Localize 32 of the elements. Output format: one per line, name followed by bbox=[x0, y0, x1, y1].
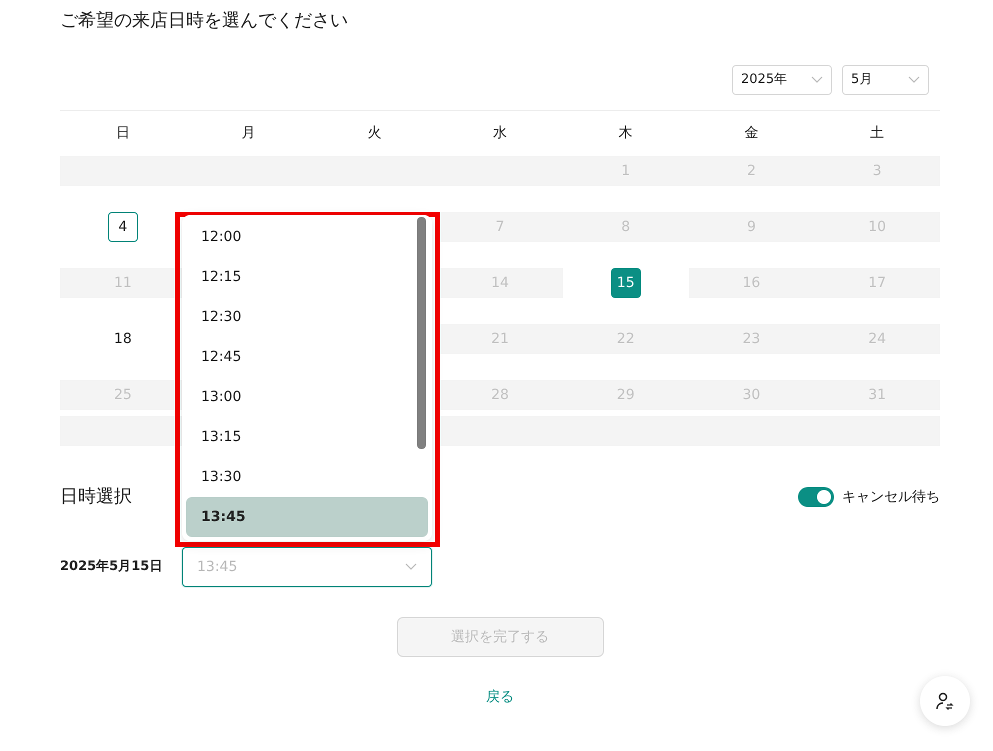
person-icon bbox=[935, 691, 955, 711]
time-option[interactable]: 12:15 bbox=[186, 257, 428, 297]
user-switch-button[interactable] bbox=[920, 676, 970, 726]
time-option[interactable]: 13:15 bbox=[186, 417, 428, 457]
chevron-down-icon bbox=[405, 563, 417, 571]
day-button[interactable]: 4 bbox=[108, 212, 138, 242]
page-title: ご希望の来店日時を選んでください bbox=[60, 9, 349, 33]
toggle-label: キャンセル待ち bbox=[842, 488, 940, 506]
day-button[interactable]: 18 bbox=[108, 324, 138, 354]
chevron-down-icon bbox=[811, 76, 823, 84]
year-select[interactable]: 2025年 bbox=[732, 65, 832, 95]
weekday-label: 火 bbox=[367, 125, 382, 141]
back-link[interactable]: 戻る bbox=[486, 687, 514, 708]
scrollbar-thumb[interactable] bbox=[417, 217, 426, 449]
time-option[interactable]: 13:00 bbox=[186, 377, 428, 417]
weekday-label: 木 bbox=[618, 125, 633, 141]
waitlist-toggle[interactable] bbox=[798, 487, 834, 507]
time-option[interactable]: 12:45 bbox=[186, 337, 428, 377]
month-select[interactable]: 5月 bbox=[842, 65, 929, 95]
time-option[interactable]: 13:30 bbox=[186, 457, 428, 497]
weekday-label: 土 bbox=[870, 125, 884, 141]
day-button[interactable]: 15 bbox=[610, 268, 641, 298]
date-label: 2025年5月15日 bbox=[60, 558, 164, 576]
chevron-down-icon bbox=[908, 76, 920, 84]
time-option[interactable]: 12:30 bbox=[186, 297, 428, 337]
time-option[interactable]: 13:45 bbox=[186, 497, 428, 537]
weekday-label: 月 bbox=[242, 125, 256, 141]
weekday-label: 水 bbox=[492, 125, 507, 141]
weekday-label: 日 bbox=[116, 125, 130, 141]
time-option[interactable]: 12:00 bbox=[186, 217, 428, 257]
section-title: 日時選択 bbox=[60, 486, 132, 508]
weekday-label: 金 bbox=[744, 125, 758, 141]
